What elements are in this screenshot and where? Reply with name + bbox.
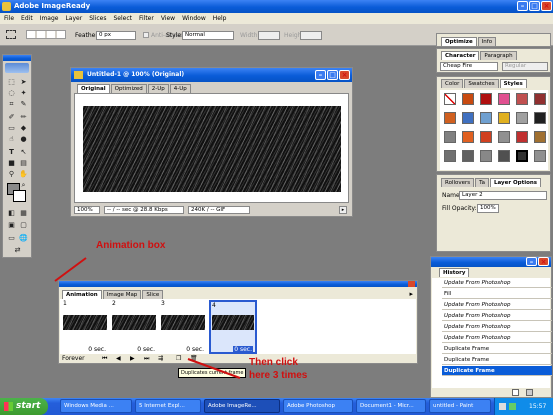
annotation-line-animation-box [54,257,87,282]
annotation-line-click [187,358,241,379]
tray-icon[interactable] [509,403,516,410]
start-label: start [16,401,41,411]
windows-logo-icon [4,402,13,411]
taskbar-item[interactable]: Document1 - Micr... [356,399,426,413]
annotation-then-click: Then click [249,357,298,368]
taskbar-item[interactable]: 5 Internet Expl... [135,399,201,413]
taskbar-item[interactable]: Windows Media ... [60,399,132,413]
annotation-arrows [54,257,241,379]
taskbar-item[interactable]: untitled - Paint [429,399,491,413]
annotation-animation-box: Animation box [96,240,166,251]
tray-icon[interactable] [499,403,506,410]
clock: 15:57 [529,403,547,410]
taskbar-item[interactable]: Adobe Photoshop [283,399,353,413]
start-button[interactable]: start [0,398,48,415]
annotation-here-3-times: here 3 times [249,370,308,381]
system-tray: 15:57 [494,398,553,415]
taskbar-item-active[interactable]: Adobe ImageRe... [204,399,280,413]
